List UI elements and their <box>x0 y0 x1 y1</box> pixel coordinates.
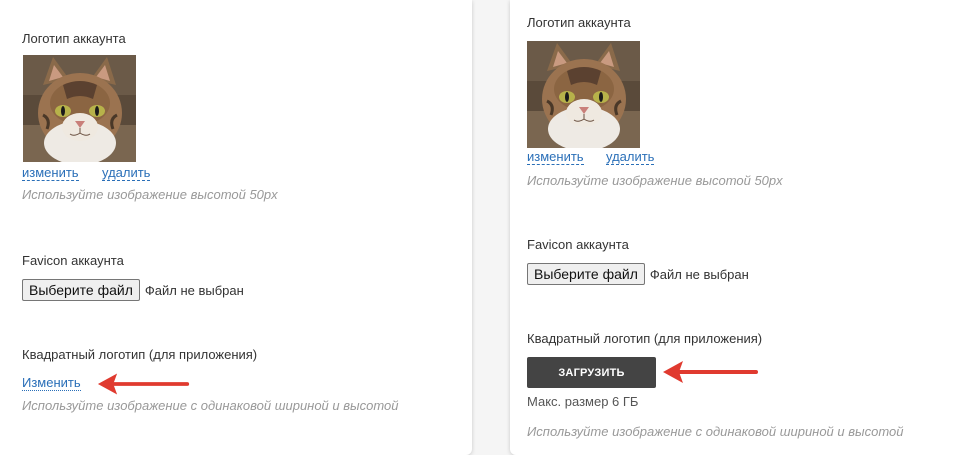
file-status: Файл не выбран <box>144 282 244 298</box>
favicon-label: Favicon аккаунта <box>22 253 124 268</box>
account-logo-image <box>23 55 136 162</box>
cat-photo-icon <box>23 55 136 162</box>
annotation-arrow-icon <box>96 369 192 399</box>
upload-button[interactable]: ЗАГРУЗИТЬ <box>527 357 656 388</box>
square-logo-change-link[interactable]: Изменить <box>22 376 81 391</box>
left-settings-panel: Логотип аккаунта изменить удалить Исполь… <box>0 0 472 455</box>
favicon-label: Favicon аккаунта <box>527 237 629 252</box>
max-size-note: Макс. размер 6 ГБ <box>527 394 639 409</box>
annotation-arrow-icon <box>658 357 764 387</box>
logo-hint: Используйте изображение высотой 50px <box>527 173 783 188</box>
change-logo-link[interactable]: изменить <box>527 150 584 165</box>
choose-file-button[interactable]: Выберите файл <box>22 279 140 301</box>
cat-photo-icon <box>527 41 640 148</box>
logo-hint: Используйте изображение высотой 50px <box>22 187 278 202</box>
file-status: Файл не выбран <box>649 266 749 282</box>
account-logo-image <box>527 41 640 148</box>
choose-file-button[interactable]: Выберите файл <box>527 263 645 285</box>
delete-logo-link[interactable]: удалить <box>606 150 655 165</box>
delete-logo-link[interactable]: удалить <box>102 166 151 181</box>
logo-label: Логотип аккаунта <box>22 31 126 46</box>
favicon-file-input[interactable]: Выберите файл Файл не выбран <box>22 279 244 301</box>
logo-label: Логотип аккаунта <box>527 15 631 30</box>
change-logo-link[interactable]: изменить <box>22 166 79 181</box>
square-logo-label: Квадратный логотип (для приложения) <box>22 347 258 362</box>
right-settings-panel: Логотип аккаунта изменить удалить Исполь… <box>510 0 980 455</box>
square-logo-label: Квадратный логотип (для приложения) <box>527 331 763 346</box>
square-logo-hint: Используйте изображение с одинаковой шир… <box>22 398 399 413</box>
favicon-file-input[interactable]: Выберите файл Файл не выбран <box>527 263 749 285</box>
square-logo-hint: Используйте изображение с одинаковой шир… <box>527 424 904 439</box>
